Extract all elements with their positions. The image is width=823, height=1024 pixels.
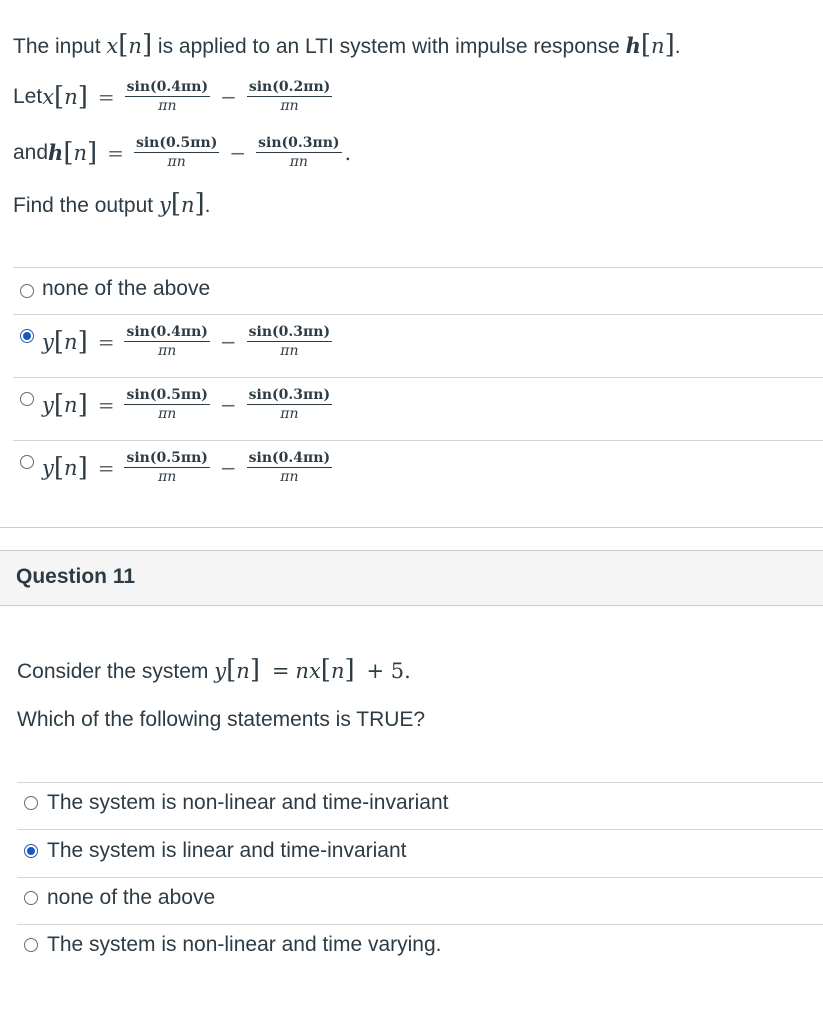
- divider: [13, 314, 823, 315]
- divider: [17, 924, 823, 925]
- q11-option-3-label[interactable]: none of the above: [47, 885, 215, 911]
- divider: [13, 440, 823, 441]
- q10-option-3-radio[interactable]: [20, 392, 34, 406]
- fraction: sin(0.5πn) πn: [124, 387, 210, 422]
- fraction: sin(0.4πn) πn: [124, 79, 211, 114]
- fraction: sin(0.5πn) πn: [133, 135, 220, 170]
- fraction: sin(0.4πn) πn: [246, 450, 333, 485]
- fraction: sin(0.3πn) πn: [246, 387, 333, 422]
- fraction: sin(0.3πn) πn: [256, 135, 342, 170]
- divider: [17, 829, 823, 830]
- divider: [13, 267, 823, 268]
- fraction: sin(0.5πn) πn: [124, 450, 210, 485]
- q11-option-1-radio[interactable]: [24, 796, 38, 810]
- q11-option-2-label[interactable]: The system is linear and time-invariant: [47, 838, 406, 864]
- q10-option-4-label[interactable]: y[n] = sin(0.5πn) πn − sin(0.4πn) πn: [42, 449, 333, 486]
- divider: [17, 877, 823, 878]
- q11-option-3-radio[interactable]: [24, 891, 38, 905]
- divider: [13, 377, 823, 378]
- fraction: sin(0.3πn) πn: [246, 324, 333, 359]
- question-11-title: Question 11: [16, 565, 136, 588]
- q10-find-output: Find the output y[n].: [13, 189, 211, 219]
- q10-option-4-radio[interactable]: [20, 455, 34, 469]
- q10-option-3-label[interactable]: y[n] = sin(0.5πn) πn − sin(0.3πn) πn: [42, 386, 333, 423]
- q10-option-1-radio[interactable]: [20, 284, 34, 298]
- q11-option-1-label[interactable]: The system is non-linear and time-invari…: [47, 790, 449, 816]
- divider: [17, 782, 823, 783]
- x-definition: Let x[n] = sin(0.4πn) πn − sin(0.2πn) πn: [13, 79, 333, 114]
- question-11-header: Question 11: [0, 550, 823, 606]
- fraction: sin(0.4πn) πn: [124, 324, 210, 359]
- q11-option-4-radio[interactable]: [24, 938, 38, 952]
- fraction: sin(0.2πn) πn: [246, 79, 333, 114]
- q11-option-2-radio[interactable]: [24, 844, 38, 858]
- q10-option-2-label[interactable]: y[n] = sin(0.4πn) πn − sin(0.3πn) πn: [42, 323, 333, 360]
- q10-option-2-radio[interactable]: [20, 329, 34, 343]
- question-separator: [0, 527, 823, 528]
- h-definition: and h[n] = sin(0.5πn) πn − sin(0.3πn) πn .: [13, 135, 352, 170]
- q10-option-1-label[interactable]: none of the above: [42, 276, 210, 302]
- q11-system-equation: Consider the system y[n] = nx[n] + 5.: [17, 655, 411, 685]
- quiz-page: The input x[n] is applied to an LTI syst…: [0, 0, 823, 1024]
- q10-intro: The input x[n] is applied to an LTI syst…: [13, 30, 681, 60]
- q11-prompt: Which of the following statements is TRU…: [17, 708, 426, 731]
- q11-option-4-label[interactable]: The system is non-linear and time varyin…: [47, 932, 442, 958]
